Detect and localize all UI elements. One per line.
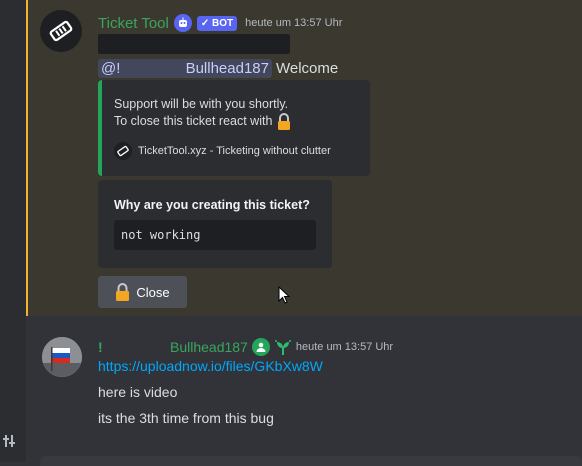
mention-prefix: @! — [101, 59, 121, 77]
left-panel-strip — [0, 0, 26, 462]
composer-edge — [40, 456, 582, 466]
user-badge-icon[interactable] — [251, 338, 270, 356]
welcome-line: @! Bullhead187 Welcome — [98, 58, 338, 78]
avatar-image — [42, 337, 82, 377]
close-ticket-button[interactable]: Close — [98, 276, 187, 308]
timestamp[interactable]: heute um 13:57 Uhr — [296, 341, 393, 353]
message-line-1: here is video — [98, 384, 178, 400]
bot-badge: ✓ BOT — [196, 15, 238, 31]
embed-line-1: Support will be with you shortly. — [114, 97, 289, 111]
author-prefix: ! — [98, 339, 103, 355]
settings-icon[interactable] — [2, 434, 16, 448]
embed-footer-text: TicketTool.xyz - Ticketing without clutt… — [138, 145, 331, 157]
author-name[interactable]: Bullhead187 — [170, 339, 248, 355]
redacted-block — [98, 34, 290, 54]
ticket-icon — [114, 142, 132, 160]
message-line-2: its the 3th time from this bug — [98, 410, 274, 426]
close-button-label: Close — [136, 284, 170, 300]
cursor-icon — [278, 286, 290, 304]
embed-description: Support will be with you shortly. To clo… — [114, 96, 292, 130]
timestamp[interactable]: heute um 13:57 Uhr — [245, 17, 342, 29]
lock-icon — [278, 113, 291, 130]
mention-name: Bullhead187 — [185, 59, 269, 77]
question-embed: Why are you creating this ticket? not wo… — [98, 180, 332, 268]
ticket-tool-avatar[interactable] — [40, 10, 82, 52]
message-header: Ticket Tool ✓ BOT heute um 13:57 Uhr — [98, 14, 342, 32]
user-avatar[interactable] — [42, 337, 82, 377]
upload-link[interactable]: https://uploadnow.io/files/GKbXw8W — [98, 358, 323, 374]
embed-line-2-row: To close this ticket react with — [114, 113, 292, 130]
robot-icon — [173, 14, 192, 32]
sprout-icon[interactable] — [274, 338, 292, 356]
ticket-icon — [49, 20, 73, 42]
message-header: ! Bullhead187 heute um 13:57 Uhr — [98, 338, 393, 356]
user-mention[interactable]: @! Bullhead187 — [98, 58, 272, 78]
lock-icon — [116, 283, 130, 301]
support-embed: Support will be with you shortly. To clo… — [98, 80, 370, 176]
embed-line-2: To close this ticket react with — [114, 114, 273, 128]
question-answer: not working — [114, 220, 316, 250]
embed-footer: TicketTool.xyz - Ticketing without clutt… — [114, 142, 331, 160]
question-title: Why are you creating this ticket? — [114, 198, 310, 212]
welcome-text: Welcome — [276, 59, 339, 77]
author-name[interactable]: Ticket Tool — [98, 15, 169, 32]
